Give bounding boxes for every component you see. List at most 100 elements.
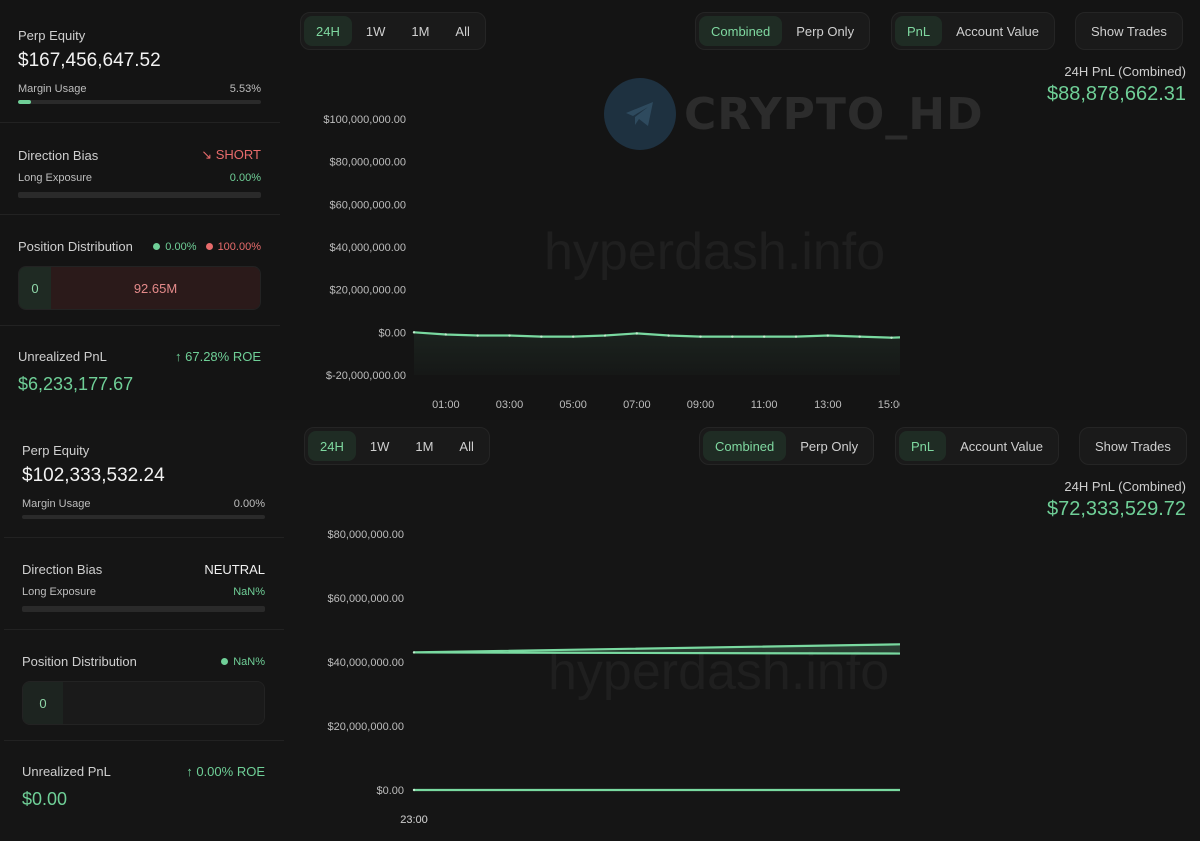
data-point	[444, 333, 448, 336]
y-tick-label: $20,000,000.00	[330, 285, 406, 297]
range-1w-button[interactable]: 1W	[358, 431, 402, 461]
x-tick-label: 23:00	[400, 814, 428, 826]
y-tick-label: $40,000,000.00	[330, 242, 406, 254]
y-tick-label: $-20,000,000.00	[326, 370, 406, 382]
range-all-button[interactable]: All	[443, 16, 481, 46]
position-distribution-bar: 0 92.65M	[18, 266, 261, 310]
perp-only-button[interactable]: Perp Only	[784, 16, 866, 46]
account-sidebar: Perp Equity $102,333,532.24 Margin Usage…	[4, 420, 284, 841]
range-24h-button[interactable]: 24H	[304, 16, 352, 46]
range-1m-button[interactable]: 1M	[399, 16, 441, 46]
long-pct: 0.00%	[165, 240, 197, 253]
unrealized-pnl-value: $0.00	[22, 789, 68, 809]
x-tick-label: 01:00	[432, 399, 460, 411]
y-tick-label: $60,000,000.00	[330, 199, 406, 211]
data-point	[794, 335, 798, 338]
combined-button[interactable]: Combined	[703, 431, 787, 461]
position-distribution-section: Position Distribution 0.00% 100.00% 0 92…	[18, 239, 261, 310]
mode-selector: Combined Perp Only	[699, 427, 875, 465]
data-point	[858, 335, 861, 338]
dist-empty	[63, 682, 264, 724]
range-24h-button[interactable]: 24H	[308, 431, 356, 461]
metric-selector: PnL Account Value	[895, 427, 1060, 465]
long-exposure-value: 0.00%	[229, 172, 261, 184]
account-panel-2: Perp Equity $102,333,532.24 Margin Usage…	[0, 420, 1200, 841]
show-trades-button[interactable]: Show Trades	[1079, 16, 1179, 46]
data-point	[540, 335, 543, 338]
arrow-up-icon: ↑	[186, 764, 193, 779]
pnl-button[interactable]: PnL	[899, 431, 947, 461]
show-trades-button[interactable]: Show Trades	[1083, 431, 1183, 461]
long-exposure-bar	[18, 192, 261, 198]
position-distribution-label: Position Distribution	[22, 654, 137, 669]
trend-down-icon: ↘	[201, 147, 213, 162]
position-distribution-section: Position Distribution NaN% 0	[22, 654, 265, 725]
direction-bias-section: Direction Bias ↘ SHORT Long Exposure 0.0…	[18, 147, 261, 198]
perp-equity-section: Perp Equity $167,456,647.52 Margin Usage…	[18, 28, 261, 104]
data-point	[826, 334, 830, 337]
data-point	[412, 788, 416, 792]
range-1w-button[interactable]: 1W	[354, 16, 398, 46]
long-pct: NaN%	[233, 655, 265, 668]
x-tick-label: 13:00	[814, 399, 842, 411]
roe-value: 0.00% ROE	[196, 764, 265, 779]
unrealized-pnl-section: Unrealized PnL ↑ 67.28% ROE $6,233,177.6…	[18, 349, 261, 395]
show-trades-group: Show Trades	[1075, 12, 1183, 50]
range-all-button[interactable]: All	[447, 431, 485, 461]
watermark-logo: CRYPTO_HD	[604, 78, 984, 150]
direction-bias-section: Direction Bias NEUTRAL Long Exposure NaN…	[22, 562, 265, 612]
chart-area: 24H 1W 1M All Combined Perp Only PnL Acc…	[304, 420, 1200, 841]
margin-usage-value: 5.53%	[229, 83, 261, 95]
y-tick-label: $0.00	[378, 327, 406, 339]
dist-short-value: 92.65M	[51, 267, 260, 309]
perp-equity-section: Perp Equity $102,333,532.24 Margin Usage…	[22, 443, 265, 519]
short-pct: 100.00%	[217, 240, 261, 253]
unrealized-pnl-label: Unrealized PnL	[22, 764, 111, 779]
y-tick-label: $0.00	[376, 785, 404, 797]
position-distribution-label: Position Distribution	[18, 239, 133, 254]
direction-bias-label: Direction Bias	[18, 147, 99, 163]
direction-bias-value: NEUTRAL	[204, 562, 265, 577]
data-point	[603, 334, 607, 337]
metric-selector: PnL Account Value	[891, 12, 1056, 50]
watermark-url: hyperdash.info	[544, 223, 886, 281]
data-point	[890, 336, 893, 339]
y-tick-label: $80,000,000.00	[330, 157, 406, 169]
x-tick-label: 09:00	[687, 399, 715, 411]
unrealized-pnl-value: $6,233,177.67	[18, 374, 134, 394]
unrealized-pnl-section: Unrealized PnL ↑ 0.00% ROE $0.00	[22, 764, 265, 810]
account-value-button[interactable]: Account Value	[944, 16, 1051, 46]
margin-usage-bar	[18, 100, 261, 104]
account-panel-1: Perp Equity $167,456,647.52 Margin Usage…	[0, 0, 1200, 420]
x-tick-label: 15:00	[878, 399, 900, 411]
margin-usage-label: Margin Usage	[18, 83, 87, 95]
data-point	[762, 335, 766, 338]
margin-usage-bar	[22, 515, 265, 519]
pnl-button[interactable]: PnL	[895, 16, 943, 46]
range-1m-button[interactable]: 1M	[403, 431, 445, 461]
long-exposure-label: Long Exposure	[22, 586, 96, 598]
x-tick-label: 03:00	[496, 399, 524, 411]
range-selector: 24H 1W 1M All	[304, 427, 490, 465]
data-point	[699, 335, 702, 338]
data-point	[412, 651, 416, 654]
data-point	[667, 334, 670, 337]
long-dot-icon	[153, 243, 161, 251]
perp-equity-label: Perp Equity	[18, 28, 86, 43]
account-value-button[interactable]: Account Value	[948, 431, 1055, 461]
perp-only-button[interactable]: Perp Only	[788, 431, 870, 461]
dist-long-value: 0	[23, 682, 63, 724]
combined-button[interactable]: Combined	[699, 16, 783, 46]
show-trades-group: Show Trades	[1079, 427, 1187, 465]
direction-bias-label: Direction Bias	[22, 562, 103, 577]
arrow-up-icon: ↑	[175, 349, 182, 364]
direction-bias-value: SHORT	[215, 147, 261, 162]
long-dot-icon	[221, 658, 229, 666]
long-exposure-value: NaN%	[233, 586, 265, 598]
perp-equity-value: $102,333,532.24	[22, 465, 165, 486]
watermark-url: hyperdash.info	[548, 643, 890, 701]
y-tick-label: $100,000,000.00	[323, 114, 406, 126]
long-exposure-bar	[22, 606, 265, 612]
pnl-value: $88,878,662.31	[1046, 83, 1186, 105]
dist-long-value: 0	[19, 267, 51, 309]
